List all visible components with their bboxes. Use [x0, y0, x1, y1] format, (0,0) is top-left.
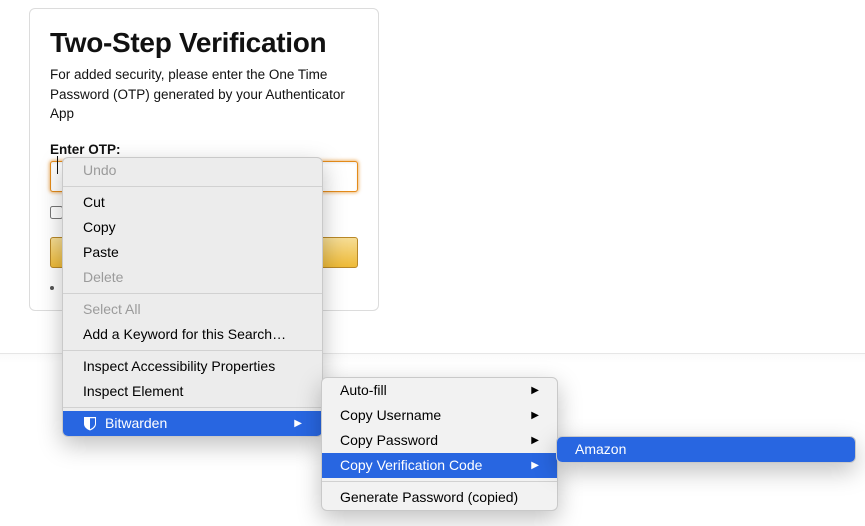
shield-icon: [83, 416, 97, 431]
otp-label: Enter OTP:: [50, 142, 358, 157]
menu-separator: [63, 293, 322, 294]
menu-item-add-keyword[interactable]: Add a Keyword for this Search…: [63, 322, 322, 347]
menu-item-amazon[interactable]: Amazon: [557, 437, 855, 462]
menu-separator: [322, 481, 557, 482]
menu-item-bitwarden[interactable]: Bitwarden ▶: [63, 411, 322, 436]
bitwarden-submenu: Auto-fill▶ Copy Username▶ Copy Password▶…: [321, 377, 558, 511]
menu-item-delete[interactable]: Delete: [63, 265, 322, 290]
chevron-right-icon: ▶: [531, 381, 539, 400]
text-caret: [57, 156, 58, 174]
menu-item-copy-password[interactable]: Copy Password▶: [322, 428, 557, 453]
page-title: Two-Step Verification: [50, 27, 358, 59]
menu-item-paste[interactable]: Paste: [63, 240, 322, 265]
menu-item-autofill[interactable]: Auto-fill▶: [322, 378, 557, 403]
menu-separator: [63, 186, 322, 187]
verification-code-submenu: Amazon: [556, 436, 856, 463]
chevron-right-icon: ▶: [531, 456, 539, 475]
menu-item-undo[interactable]: Undo: [63, 158, 322, 183]
menu-separator: [63, 407, 322, 408]
menu-item-inspect-accessibility[interactable]: Inspect Accessibility Properties: [63, 354, 322, 379]
menu-item-cut[interactable]: Cut: [63, 190, 322, 215]
menu-item-generate-password[interactable]: Generate Password (copied): [322, 485, 557, 510]
bullet-icon: [50, 286, 54, 290]
page-description: For added security, please enter the One…: [50, 65, 358, 124]
menu-item-inspect-element[interactable]: Inspect Element: [63, 379, 322, 404]
chevron-right-icon: ▶: [531, 431, 539, 450]
menu-separator: [63, 350, 322, 351]
menu-item-copy[interactable]: Copy: [63, 215, 322, 240]
chevron-right-icon: ▶: [294, 414, 302, 433]
menu-item-label: Bitwarden: [105, 414, 167, 433]
menu-item-select-all[interactable]: Select All: [63, 297, 322, 322]
chevron-right-icon: ▶: [531, 406, 539, 425]
menu-item-copy-verification-code[interactable]: Copy Verification Code▶: [322, 453, 557, 478]
menu-item-copy-username[interactable]: Copy Username▶: [322, 403, 557, 428]
context-menu: Undo Cut Copy Paste Delete Select All Ad…: [62, 157, 323, 437]
